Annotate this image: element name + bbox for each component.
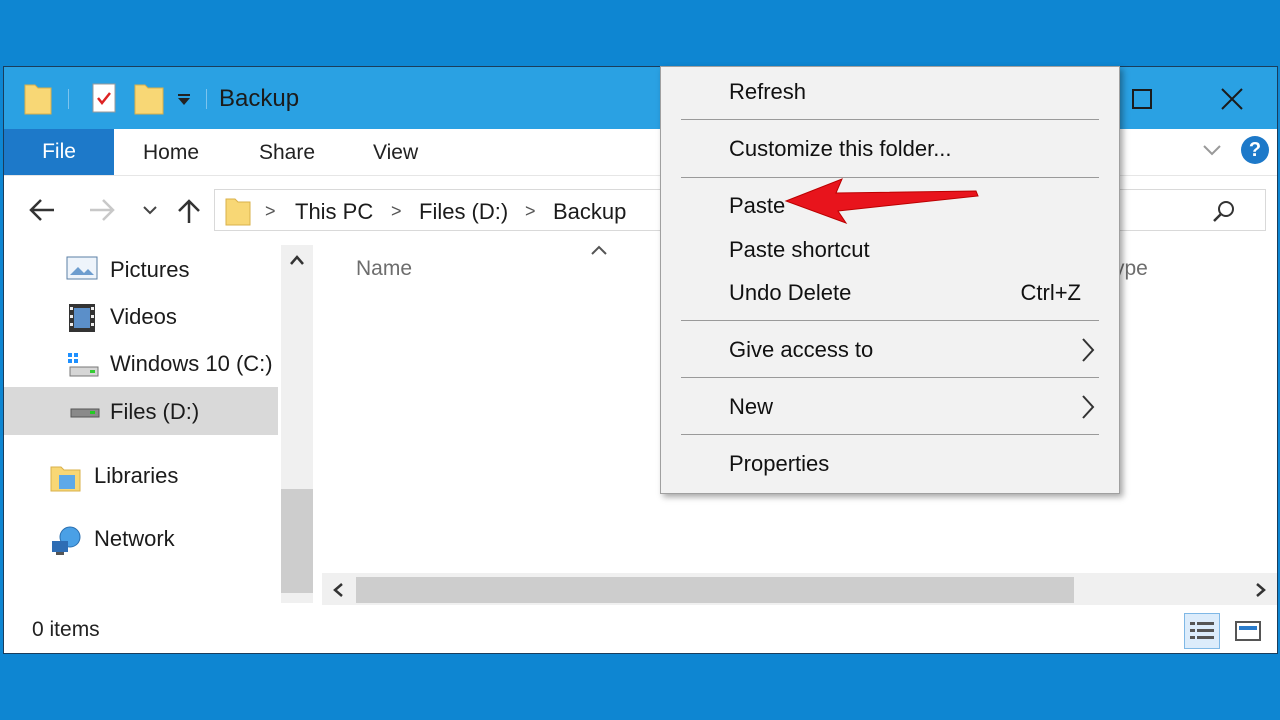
expand-ribbon-icon[interactable] xyxy=(1202,143,1222,162)
videos-icon xyxy=(68,303,96,339)
sidebar-item-pictures[interactable]: Pictures xyxy=(110,257,189,283)
new-folder-icon[interactable] xyxy=(134,81,164,120)
menu-item-paste[interactable]: Paste xyxy=(729,193,785,219)
menu-item-paste-shortcut[interactable]: Paste shortcut xyxy=(729,237,870,263)
properties-icon[interactable] xyxy=(90,81,118,120)
folder-icon xyxy=(225,196,251,231)
menu-item-refresh[interactable]: Refresh xyxy=(729,79,806,105)
close-icon xyxy=(1221,88,1243,110)
column-header-name[interactable]: Name xyxy=(356,257,412,281)
search-icon[interactable] xyxy=(1212,199,1236,228)
drive-d-icon xyxy=(70,401,100,427)
scroll-left-icon[interactable] xyxy=(332,582,344,603)
nav-pane-scroll-thumb[interactable] xyxy=(281,489,313,593)
pictures-icon xyxy=(66,255,98,287)
network-icon xyxy=(50,525,84,563)
details-view-button[interactable] xyxy=(1184,613,1220,649)
breadcrumb-separator[interactable]: > xyxy=(391,201,402,222)
breadcrumb-separator[interactable]: > xyxy=(265,201,276,222)
forward-icon[interactable] xyxy=(88,197,116,228)
help-button[interactable]: ? xyxy=(1241,136,1269,164)
tab-home[interactable]: Home xyxy=(143,141,199,165)
sort-ascending-icon[interactable] xyxy=(590,243,608,261)
navigation-pane: Pictures Videos Windows 10 (C:) Files (D… xyxy=(4,245,280,603)
menu-item-customize-folder[interactable]: Customize this folder... xyxy=(729,136,952,162)
recent-locations-icon[interactable] xyxy=(142,203,158,221)
folder-icon xyxy=(24,81,52,120)
tab-share[interactable]: Share xyxy=(259,141,315,165)
breadcrumb-backup[interactable]: Backup xyxy=(553,199,626,225)
drive-c-icon xyxy=(66,351,100,385)
close-button[interactable] xyxy=(1212,79,1252,119)
breadcrumb-files-d[interactable]: Files (D:) xyxy=(419,199,508,225)
context-menu: Refresh Customize this folder... Paste P… xyxy=(660,66,1120,494)
sidebar-item-videos[interactable]: Videos xyxy=(110,304,177,330)
large-icons-view-icon xyxy=(1235,621,1261,641)
maximize-button[interactable] xyxy=(1122,79,1162,119)
menu-separator xyxy=(681,377,1099,378)
menu-shortcut-ctrl-z: Ctrl+Z xyxy=(1020,280,1082,305)
scroll-right-icon[interactable] xyxy=(1255,582,1267,603)
sidebar-item-windows-c[interactable]: Windows 10 (C:) xyxy=(110,351,273,377)
breadcrumb-separator[interactable]: > xyxy=(525,201,536,222)
customize-toolbar-icon[interactable] xyxy=(176,91,192,112)
menu-item-properties[interactable]: Properties xyxy=(729,451,829,477)
sidebar-item-files-d[interactable]: Files (D:) xyxy=(110,399,199,425)
breadcrumb-this-pc[interactable]: This PC xyxy=(295,199,373,225)
tab-view[interactable]: View xyxy=(373,141,418,165)
menu-separator xyxy=(681,119,1099,120)
large-icons-view-button[interactable] xyxy=(1230,613,1266,649)
menu-item-new[interactable]: New xyxy=(729,394,773,420)
libraries-icon xyxy=(50,463,82,499)
window-title: Backup xyxy=(219,85,300,112)
submenu-arrow-icon xyxy=(1081,394,1095,425)
status-item-count: 0 items xyxy=(32,618,100,641)
back-icon[interactable] xyxy=(28,197,56,228)
menu-item-undo-delete[interactable]: Undo Delete xyxy=(729,280,851,306)
tab-file[interactable]: File xyxy=(4,129,114,175)
sidebar-item-network[interactable]: Network xyxy=(94,526,175,552)
sidebar-item-libraries[interactable]: Libraries xyxy=(94,463,178,489)
scroll-up-icon[interactable] xyxy=(289,253,305,271)
annotation-arrow-icon xyxy=(780,175,980,230)
details-view-icon xyxy=(1190,622,1214,639)
maximize-icon xyxy=(1132,89,1152,109)
menu-separator xyxy=(681,434,1099,435)
content-scroll-thumb[interactable] xyxy=(356,577,1074,603)
menu-item-give-access[interactable]: Give access to xyxy=(729,337,873,363)
up-icon[interactable] xyxy=(176,197,202,230)
menu-separator xyxy=(681,320,1099,321)
submenu-arrow-icon xyxy=(1081,337,1095,368)
